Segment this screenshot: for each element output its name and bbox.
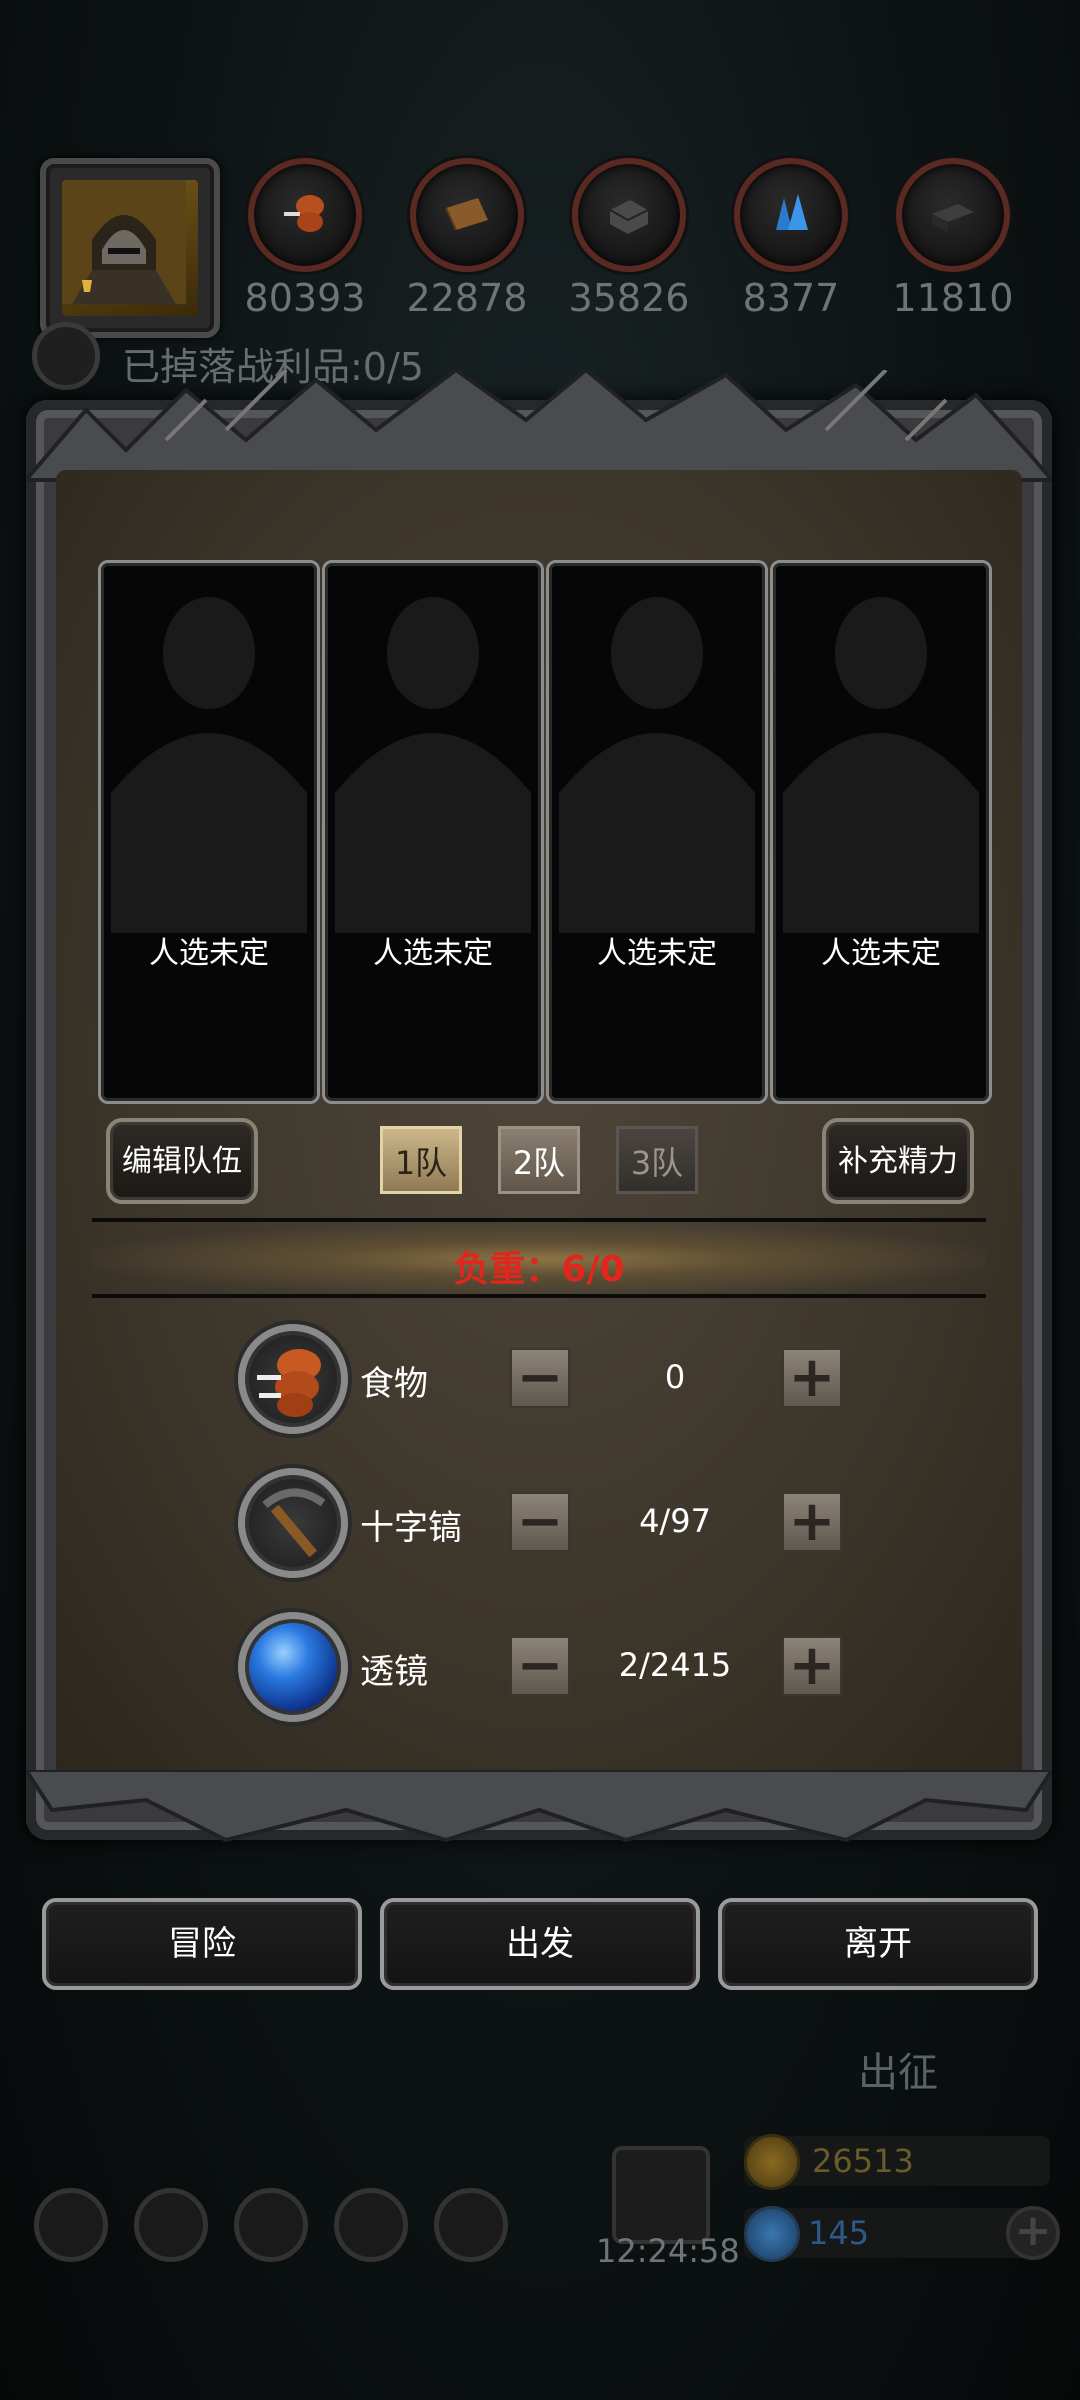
refill-energy-button[interactable]: 补充精力 — [822, 1118, 974, 1204]
crystal-icon — [776, 194, 808, 230]
slot-label: 人选未定 — [373, 936, 493, 971]
food-count: 80393 — [244, 276, 366, 320]
depart-button[interactable]: 出发 — [380, 1898, 700, 1990]
stone-icon — [609, 200, 649, 234]
resource-crystal: 8377 — [726, 158, 856, 320]
slot-label: 人选未定 — [597, 936, 717, 971]
slot-label: 人选未定 — [149, 936, 269, 971]
ornament-bottom-icon — [26, 1770, 1052, 1843]
expedition-label: 出征 — [858, 2050, 938, 2096]
wood-icon — [445, 198, 488, 231]
team-2-tab[interactable]: 2队 — [498, 1126, 580, 1194]
star-icon[interactable] — [134, 2188, 208, 2262]
leave-button[interactable]: 离开 — [718, 1898, 1038, 1990]
add-gems-button[interactable]: + — [1006, 2206, 1060, 2260]
resource-wood: 22878 — [402, 158, 532, 320]
lens-icon — [238, 1612, 348, 1722]
gem-amount: 145 — [808, 2214, 870, 2252]
resource-stone: 35826 — [564, 158, 694, 320]
resource-bar: 80393 22878 35826 8377 11810 — [240, 158, 1018, 320]
adventure-button[interactable]: 冒险 — [42, 1898, 362, 1990]
food-value: 0 — [664, 1358, 686, 1396]
stone-count: 35826 — [568, 276, 690, 320]
character-slot-3[interactable]: 人选未定 — [546, 560, 768, 1104]
character-slot-2[interactable]: 人选未定 — [322, 560, 544, 1104]
crystal-count: 8377 — [742, 276, 840, 320]
team-1-tab[interactable]: 1队 — [380, 1126, 462, 1194]
resource-iron: 11810 — [888, 158, 1018, 320]
food-label: 食物 — [360, 1364, 428, 1404]
iron-count: 11810 — [892, 276, 1014, 320]
wood-count: 22878 — [406, 276, 528, 320]
lens-value: 2/2415 — [618, 1646, 732, 1684]
silhouette-icon — [559, 597, 755, 933]
silhouette-icon — [335, 597, 531, 933]
scroll-list-icon[interactable] — [234, 2188, 308, 2262]
lens-label: 透镜 — [360, 1652, 428, 1692]
settings-icon[interactable] — [34, 2188, 108, 2262]
divider — [92, 1218, 986, 1222]
silhouette-icon — [111, 597, 307, 933]
food-icon — [284, 195, 324, 232]
gem-icon — [744, 2206, 800, 2262]
pickaxe-value: 4/97 — [639, 1502, 711, 1540]
weight-text: 负重：6/0 — [453, 1249, 625, 1290]
pickaxe-icon — [238, 1468, 348, 1578]
knight-portrait-icon — [62, 180, 186, 304]
edit-team-button[interactable]: 编辑队伍 — [106, 1118, 258, 1204]
gold-coin-icon — [744, 2134, 800, 2190]
food-plus-button[interactable]: + — [782, 1348, 842, 1408]
lens-plus-button[interactable]: + — [782, 1636, 842, 1696]
character-slot-4[interactable]: 人选未定 — [770, 560, 992, 1104]
pickaxe-label: 十字镐 — [360, 1508, 462, 1548]
player-avatar[interactable] — [40, 158, 220, 338]
resource-food: 80393 — [240, 158, 370, 320]
team-3-tab[interactable]: 3队 — [616, 1126, 698, 1194]
countdown-clock: 12:24:58 — [596, 2232, 740, 2270]
iron-icon — [932, 204, 974, 232]
gift-icon[interactable] — [612, 2146, 710, 2244]
divider — [92, 1294, 986, 1298]
slot-label: 人选未定 — [821, 936, 941, 971]
box-icon[interactable] — [434, 2188, 508, 2262]
character-slot-1[interactable]: 人选未定 — [98, 560, 320, 1104]
silhouette-icon — [783, 597, 979, 933]
pickaxe-plus-button[interactable]: + — [782, 1492, 842, 1552]
mail-icon[interactable] — [334, 2188, 408, 2262]
gold-amount: 26513 — [812, 2142, 914, 2180]
food-icon — [238, 1324, 348, 1434]
